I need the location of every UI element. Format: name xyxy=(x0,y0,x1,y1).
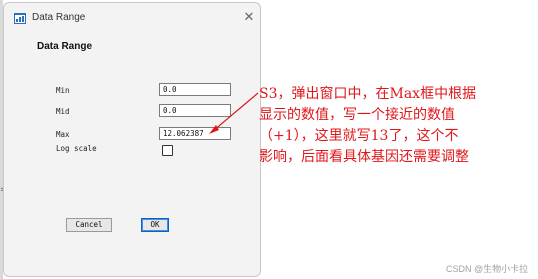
annotation-line: S3，弹出窗口中，在Max框中根据 xyxy=(259,86,477,102)
annotation-line: 显示的数值，写一个接近的数值 xyxy=(259,107,455,123)
annotation-line: 影响，后面看具体基因还需要调整 xyxy=(259,149,469,165)
annotation-text: S3，弹出窗口中，在Max框中根据 显示的数值，写一个接近的数值 （+1），这里… xyxy=(259,84,535,168)
watermark: CSDN @生物小卡拉 xyxy=(446,264,529,274)
annotation-line: （+1），这里就写13了，这个不 xyxy=(259,128,459,144)
